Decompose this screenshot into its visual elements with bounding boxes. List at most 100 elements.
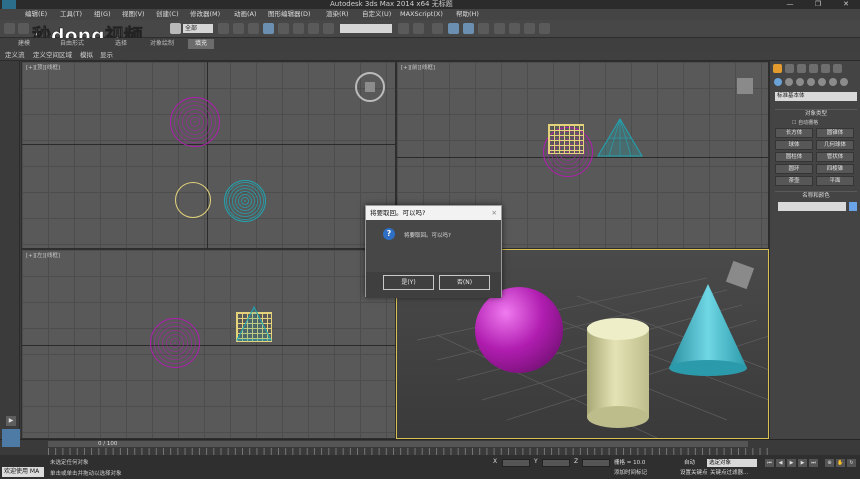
shapes-icon[interactable]	[785, 78, 793, 86]
angle-snap-icon[interactable]	[323, 23, 334, 34]
menu-customize[interactable]: 自定义(U)	[362, 9, 391, 20]
sphere-object[interactable]	[475, 287, 563, 373]
menu-tools[interactable]: 工具(T)	[60, 9, 82, 20]
systems-icon[interactable]	[840, 78, 848, 86]
cone-wireframe-top[interactable]	[224, 180, 266, 222]
zoom-icon[interactable]: ⊕	[825, 459, 834, 467]
selection-filter-dropdown[interactable]: 全部	[183, 24, 213, 33]
pivot-icon[interactable]	[293, 23, 304, 34]
define-idle-areas-button[interactable]: 定义空间区域	[33, 50, 72, 61]
utilities-tab-icon[interactable]	[833, 64, 842, 73]
expand-arrow-icon[interactable]: ▶	[6, 416, 16, 426]
cone-button[interactable]: 圆锥体	[816, 128, 854, 138]
rendered-frame-icon[interactable]	[524, 23, 535, 34]
hierarchy-tab-icon[interactable]	[797, 64, 806, 73]
cone-wireframe[interactable]	[236, 306, 272, 342]
name-color-rollout[interactable]: 名称和颜色	[775, 191, 857, 200]
named-selection-set-dropdown[interactable]	[340, 24, 392, 33]
ribbon-tab-object-paint[interactable]: 对象绘制	[150, 38, 174, 50]
move-icon[interactable]	[233, 23, 244, 34]
dialog-close-button[interactable]: ✕	[492, 206, 497, 220]
display-tab-icon[interactable]	[821, 64, 830, 73]
select-by-name-icon[interactable]	[218, 23, 229, 34]
define-flows-button[interactable]: 定义流	[5, 50, 25, 61]
link-icon[interactable]	[4, 23, 15, 34]
close-button[interactable]: ✕	[836, 0, 856, 9]
create-tab-icon[interactable]	[773, 64, 782, 73]
select-object-icon[interactable]	[170, 23, 181, 34]
cone-object[interactable]	[667, 283, 749, 378]
go-to-start-icon[interactable]: ⏮	[765, 459, 774, 467]
plane-button[interactable]: 平面	[816, 176, 854, 186]
menu-rendering[interactable]: 渲染(R)	[326, 9, 349, 20]
geometry-icon[interactable]	[774, 78, 782, 86]
motion-tab-icon[interactable]	[809, 64, 818, 73]
viewport-top[interactable]: [+][顶][线框]	[21, 61, 396, 249]
cylinder-object[interactable]	[587, 327, 649, 417]
rollout-title[interactable]: 对象类型	[775, 110, 857, 118]
maxscript-listener[interactable]: 欢迎使用 MA	[2, 467, 44, 477]
sphere-wireframe[interactable]	[170, 97, 220, 147]
menu-maxscript[interactable]: MAXScript(X)	[400, 9, 443, 20]
menu-modifiers[interactable]: 修改器(M)	[190, 9, 220, 20]
viewport-label[interactable]: [+][左][线框]	[26, 251, 60, 259]
maximize-button[interactable]: ❐	[808, 0, 828, 9]
material-editor-icon[interactable]	[494, 23, 505, 34]
object-color-swatch[interactable]	[849, 202, 857, 211]
ribbon-tab-modeling[interactable]: 建模	[18, 38, 30, 50]
set-key-button[interactable]: 设置关键点	[680, 469, 708, 477]
menu-graph-editors[interactable]: 图形编辑器(D)	[268, 9, 311, 20]
box-wireframe-top[interactable]	[175, 182, 211, 218]
menu-create[interactable]: 创建(C)	[156, 9, 179, 20]
cylinder-wireframe[interactable]	[548, 124, 584, 154]
simulate-button[interactable]: 模拟	[80, 50, 93, 61]
dialog-titlebar[interactable]: 将要取回。可以吗? ✕	[366, 206, 501, 220]
add-time-tag-button[interactable]: 添加时间标记	[614, 469, 647, 477]
menu-edit[interactable]: 编辑(E)	[25, 9, 47, 20]
tube-button[interactable]: 管状体	[816, 152, 854, 162]
unlink-icon[interactable]	[18, 23, 29, 34]
modify-tab-icon[interactable]	[785, 64, 794, 73]
scale-icon[interactable]	[263, 23, 274, 34]
menu-help[interactable]: 帮助(H)	[456, 9, 479, 20]
sphere-button[interactable]: 球体	[775, 140, 813, 150]
viewport-label[interactable]: [+][顶][线框]	[26, 63, 60, 71]
mirror-icon[interactable]	[398, 23, 409, 34]
app-logo-icon[interactable]	[2, 0, 16, 9]
menu-animation[interactable]: 动画(A)	[234, 9, 257, 20]
scene-explorer-icon[interactable]	[2, 429, 20, 447]
auto-key-button[interactable]: 自动	[684, 459, 695, 467]
go-to-end-icon[interactable]: ⏭	[809, 459, 818, 467]
object-category-dropdown[interactable]: 标准基本体	[775, 92, 857, 101]
schematic-view-icon[interactable]	[478, 23, 489, 34]
pan-icon[interactable]: ✋	[836, 459, 845, 467]
menu-views[interactable]: 视图(V)	[122, 9, 145, 20]
rollout-title[interactable]: 名称和颜色	[775, 192, 857, 200]
space-warps-icon[interactable]	[829, 78, 837, 86]
curve-editor-icon[interactable]	[463, 23, 474, 34]
snap-icon[interactable]	[308, 23, 319, 34]
object-type-rollout[interactable]: 对象类型	[775, 109, 857, 118]
render-setup-icon[interactable]	[509, 23, 520, 34]
graphite-ribbon-icon[interactable]	[448, 23, 459, 34]
previous-frame-icon[interactable]: ◀	[776, 459, 785, 467]
key-filters-button[interactable]: 关键点过滤器...	[710, 469, 748, 477]
pyramid-button[interactable]: 四棱锥	[816, 164, 854, 174]
cameras-icon[interactable]	[807, 78, 815, 86]
helpers-icon[interactable]	[818, 78, 826, 86]
reference-coord-icon[interactable]	[278, 23, 289, 34]
align-icon[interactable]	[413, 23, 424, 34]
yes-button[interactable]: 是(Y)	[383, 275, 434, 290]
autogrid-checkbox[interactable]: ☐ 自动栅格	[792, 119, 818, 126]
menu-group[interactable]: 组(G)	[94, 9, 111, 20]
lights-icon[interactable]	[796, 78, 804, 86]
time-slider[interactable]: 0 / 100	[48, 441, 748, 447]
display-button[interactable]: 显示	[100, 50, 113, 61]
viewcube[interactable]	[355, 72, 385, 102]
z-coord-input[interactable]	[582, 459, 610, 467]
play-icon[interactable]: ▶	[787, 459, 796, 467]
x-coord-input[interactable]	[502, 459, 530, 467]
torus-button[interactable]: 圆环	[775, 164, 813, 174]
cone-wireframe[interactable]	[597, 118, 643, 158]
object-name-input[interactable]	[778, 202, 846, 211]
